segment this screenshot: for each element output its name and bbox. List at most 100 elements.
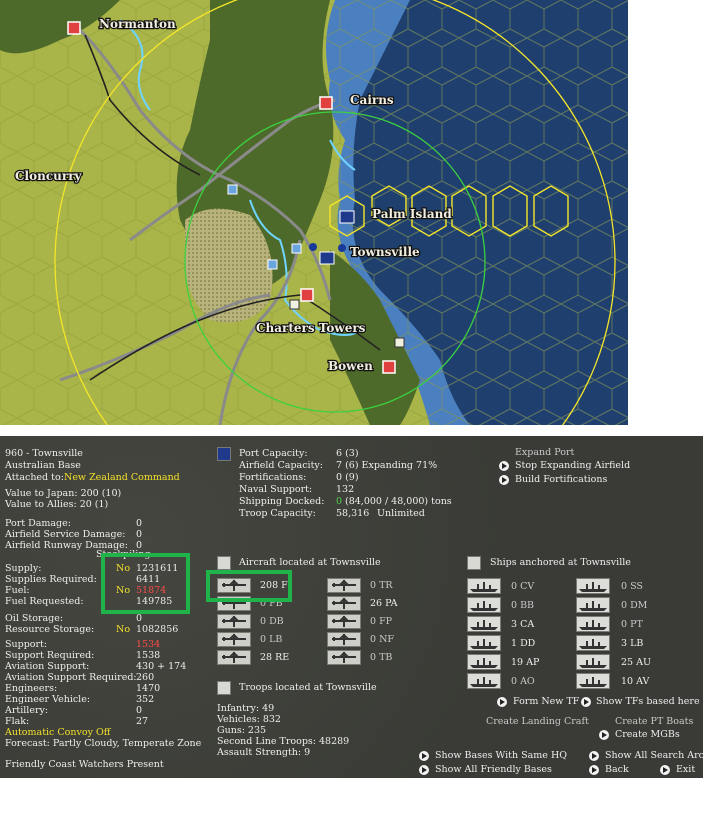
back-arrow-icon[interactable]	[589, 765, 599, 775]
base-marker-charters-towers	[300, 288, 314, 302]
aircraft-button-pa[interactable]	[327, 596, 361, 611]
show-all-friendly-bases-button[interactable]: Show All Friendly Bases	[435, 764, 552, 775]
ship-button-bb[interactable]	[467, 597, 501, 613]
map-label-bowen: Bowen	[328, 359, 373, 373]
ship-count-ca: 3 CA	[511, 619, 535, 630]
flag-palm-island	[339, 210, 355, 224]
aircraft-count-pa: 26 PA	[370, 598, 398, 609]
resource-storage-value: 1082856	[136, 624, 179, 635]
show-tfs-button[interactable]: Show TFs based here	[596, 696, 700, 707]
ship-button-cv[interactable]	[467, 578, 501, 594]
value-to-allies: Value to Allies: 20 (1)	[5, 499, 109, 510]
ship-button-av[interactable]	[576, 673, 610, 689]
aircraft-count-lb: 0 LB	[260, 634, 283, 645]
form-new-tf-arrow-icon[interactable]	[497, 697, 507, 707]
build-fortifications-arrow-icon[interactable]	[499, 475, 509, 485]
base-marker-cairns	[319, 96, 333, 110]
fuel-label: Fuel:	[5, 585, 30, 596]
unit-marker-2	[227, 184, 238, 195]
create-pt-boats-button[interactable]: Create PT Boats	[615, 716, 693, 727]
aircraft-count-nf: 0 NF	[370, 634, 394, 645]
base-marker-bowen	[382, 360, 396, 374]
show-tfs-arrow-icon[interactable]	[581, 697, 591, 707]
strategic-map[interactable]: Normanton Cairns Cloncurry Palm Island T…	[0, 0, 628, 425]
stop-expanding-arrow-icon[interactable]	[499, 461, 509, 471]
ship-button-ao[interactable]	[467, 673, 501, 689]
aircraft-button-re[interactable]	[217, 650, 251, 665]
troops-guns: Guns: 235	[217, 725, 267, 736]
map-label-townsville: Townsville	[350, 245, 420, 259]
unit-marker-6	[309, 243, 317, 251]
engineers-value: 1470	[136, 683, 161, 694]
oil-storage-label: Oil Storage:	[5, 613, 64, 624]
create-landing-craft-button[interactable]: Create Landing Craft	[486, 716, 589, 727]
unit-marker-7	[338, 244, 346, 252]
show-bases-same-hq-button[interactable]: Show Bases With Same HQ	[435, 750, 567, 761]
ship-button-ca[interactable]	[467, 616, 501, 632]
ship-button-ap[interactable]	[467, 654, 501, 670]
flag-townsville	[319, 251, 335, 265]
troop-capacity-label: Troop Capacity:	[239, 508, 316, 519]
expand-port-button[interactable]: Expand Port	[515, 447, 574, 458]
ship-count-lb: 3 LB	[621, 638, 644, 649]
support-required-value: 1538	[136, 650, 161, 661]
ship-button-dm[interactable]	[576, 597, 610, 613]
aircraft-count-fp: 0 FP	[370, 616, 393, 627]
green-highlight-fighters	[206, 570, 292, 602]
resource-stockpile-toggle[interactable]: No	[116, 624, 130, 635]
stop-expanding-airfield-button[interactable]: Stop Expanding Airfield	[515, 460, 630, 471]
ship-count-ap: 19 AP	[511, 657, 540, 668]
build-fortifications-button[interactable]: Build Fortifications	[515, 474, 607, 485]
base-flag-icon	[217, 447, 231, 461]
value-to-japan: Value to Japan: 200 (10)	[5, 488, 122, 499]
ship-button-au[interactable]	[576, 654, 610, 670]
fortifications-label: Fortifications:	[239, 472, 307, 483]
map-label-palm-island: Palm Island	[372, 207, 452, 221]
ship-button-ss[interactable]	[576, 578, 610, 594]
aircraft-button-lb[interactable]	[217, 632, 251, 647]
map-label-cloncurry: Cloncurry	[15, 169, 83, 183]
back-button[interactable]: Back	[605, 764, 629, 775]
map-label-cairns: Cairns	[350, 93, 394, 107]
show-all-search-arcs-button[interactable]: Show All Search Arcs	[605, 750, 703, 761]
map-label-charters-towers: Charters Towers	[256, 321, 366, 335]
shipping-docked-count: 0	[336, 496, 343, 507]
aircraft-button-tb[interactable]	[327, 650, 361, 665]
aircraft-button-tr[interactable]	[327, 578, 361, 593]
exit-button[interactable]: Exit	[676, 764, 695, 775]
automatic-convoy-toggle[interactable]: Automatic Convoy Off	[5, 727, 111, 738]
map-canvas[interactable]: Normanton Cairns Cloncurry Palm Island T…	[0, 0, 628, 425]
resource-storage-label: Resource Storage:	[5, 624, 95, 635]
ship-count-pt: 0 PT	[621, 619, 643, 630]
create-mgbs-arrow-icon[interactable]	[599, 730, 609, 740]
base-title: 960 - Townsville	[5, 448, 83, 459]
create-mgbs-button[interactable]: Create MGBs	[615, 729, 680, 740]
ship-count-av: 10 AV	[621, 676, 650, 687]
aircraft-button-db[interactable]	[217, 614, 251, 629]
exit-arrow-icon[interactable]	[660, 765, 670, 775]
troops-second-line: Second Line Troops: 48289	[217, 736, 350, 747]
aircraft-count-re: 28 RE	[260, 652, 290, 663]
aircraft-header-icon	[217, 556, 231, 570]
ship-button-dd[interactable]	[467, 635, 501, 651]
show-search-arcs-arrow-icon[interactable]	[589, 751, 599, 761]
attached-hq-link[interactable]: New Zealand Command	[64, 472, 180, 483]
aviation-support-required-label: Aviation Support Required:	[5, 672, 137, 683]
show-friendly-arrow-icon[interactable]	[419, 765, 429, 775]
aircraft-button-nf[interactable]	[327, 632, 361, 647]
form-new-tf-button[interactable]: Form New TF	[513, 696, 579, 707]
artillery-value: 0	[136, 705, 143, 716]
unit-marker-3	[291, 243, 302, 254]
shipping-docked-label: Shipping Docked:	[239, 496, 325, 507]
show-same-hq-arrow-icon[interactable]	[419, 751, 429, 761]
ship-button-lb[interactable]	[576, 635, 610, 651]
attached-label: Attached to:	[5, 472, 64, 483]
flak-value: 27	[136, 716, 149, 727]
ship-button-pt[interactable]	[576, 616, 610, 632]
aircraft-count-db: 0 DB	[260, 616, 284, 627]
aviation-support-label: Aviation Support:	[5, 661, 90, 672]
aircraft-button-fp[interactable]	[327, 614, 361, 629]
support-value: 1534	[136, 639, 161, 650]
engineers-label: Engineers:	[5, 683, 58, 694]
troops-header-icon	[217, 681, 231, 695]
